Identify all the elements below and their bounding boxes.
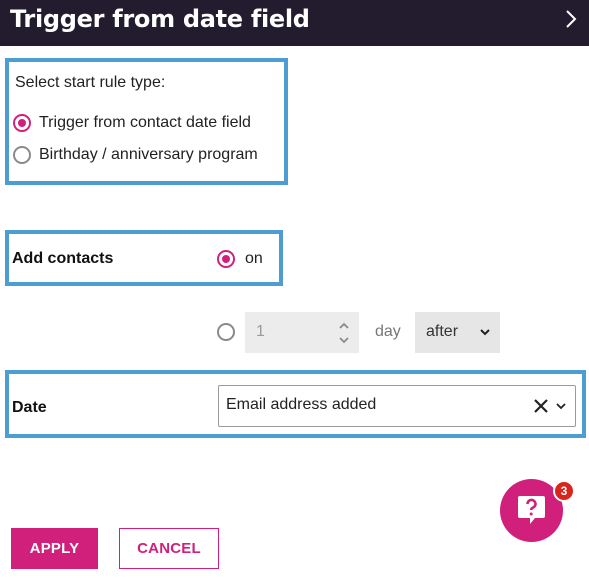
- date-label: Date: [12, 399, 47, 416]
- add-contacts-on-label: on: [245, 250, 263, 267]
- birthday-label: Birthday / anniversary program: [39, 146, 258, 163]
- rule-option-contact-date[interactable]: Trigger from contact date field: [13, 114, 251, 132]
- panel-title: Trigger from date field: [10, 5, 310, 33]
- apply-button[interactable]: APPLY: [11, 528, 98, 569]
- question-chat-icon: [518, 496, 545, 524]
- panel-header: Trigger from date field: [0, 0, 589, 46]
- offset-number-input[interactable]: 1: [245, 312, 359, 353]
- rule-option-birthday[interactable]: Birthday / anniversary program: [13, 146, 258, 164]
- add-contacts-on-radio[interactable]: [217, 250, 235, 268]
- start-rule-prompt: Select start rule type:: [15, 74, 166, 91]
- cancel-button[interactable]: CANCEL: [119, 528, 219, 569]
- add-contacts-label: Add contacts: [12, 250, 114, 267]
- notification-badge: 3: [553, 480, 575, 502]
- offset-radio[interactable]: [217, 323, 235, 341]
- date-section: Date Email address added: [5, 370, 586, 438]
- contact-date-radio[interactable]: [13, 114, 31, 132]
- chevron-down-icon: [480, 329, 490, 336]
- start-rule-type-section: Select start rule type: Trigger from con…: [5, 58, 288, 185]
- date-field-value: Email address added: [226, 396, 377, 413]
- offset-direction-value: after: [426, 323, 459, 340]
- chevron-down-icon[interactable]: [556, 403, 566, 410]
- date-field-select[interactable]: Email address added: [218, 385, 576, 427]
- contact-date-label: Trigger from contact date field: [39, 114, 251, 131]
- offset-direction-select[interactable]: after: [415, 312, 500, 353]
- number-spinner-icon[interactable]: [339, 321, 349, 345]
- offset-number-value: 1: [256, 323, 265, 340]
- birthday-radio[interactable]: [13, 146, 31, 164]
- clear-icon[interactable]: [533, 398, 549, 414]
- offset-unit-label: day: [375, 323, 401, 340]
- add-contacts-section: Add contacts on: [5, 230, 283, 286]
- chevron-right-icon[interactable]: [563, 9, 579, 29]
